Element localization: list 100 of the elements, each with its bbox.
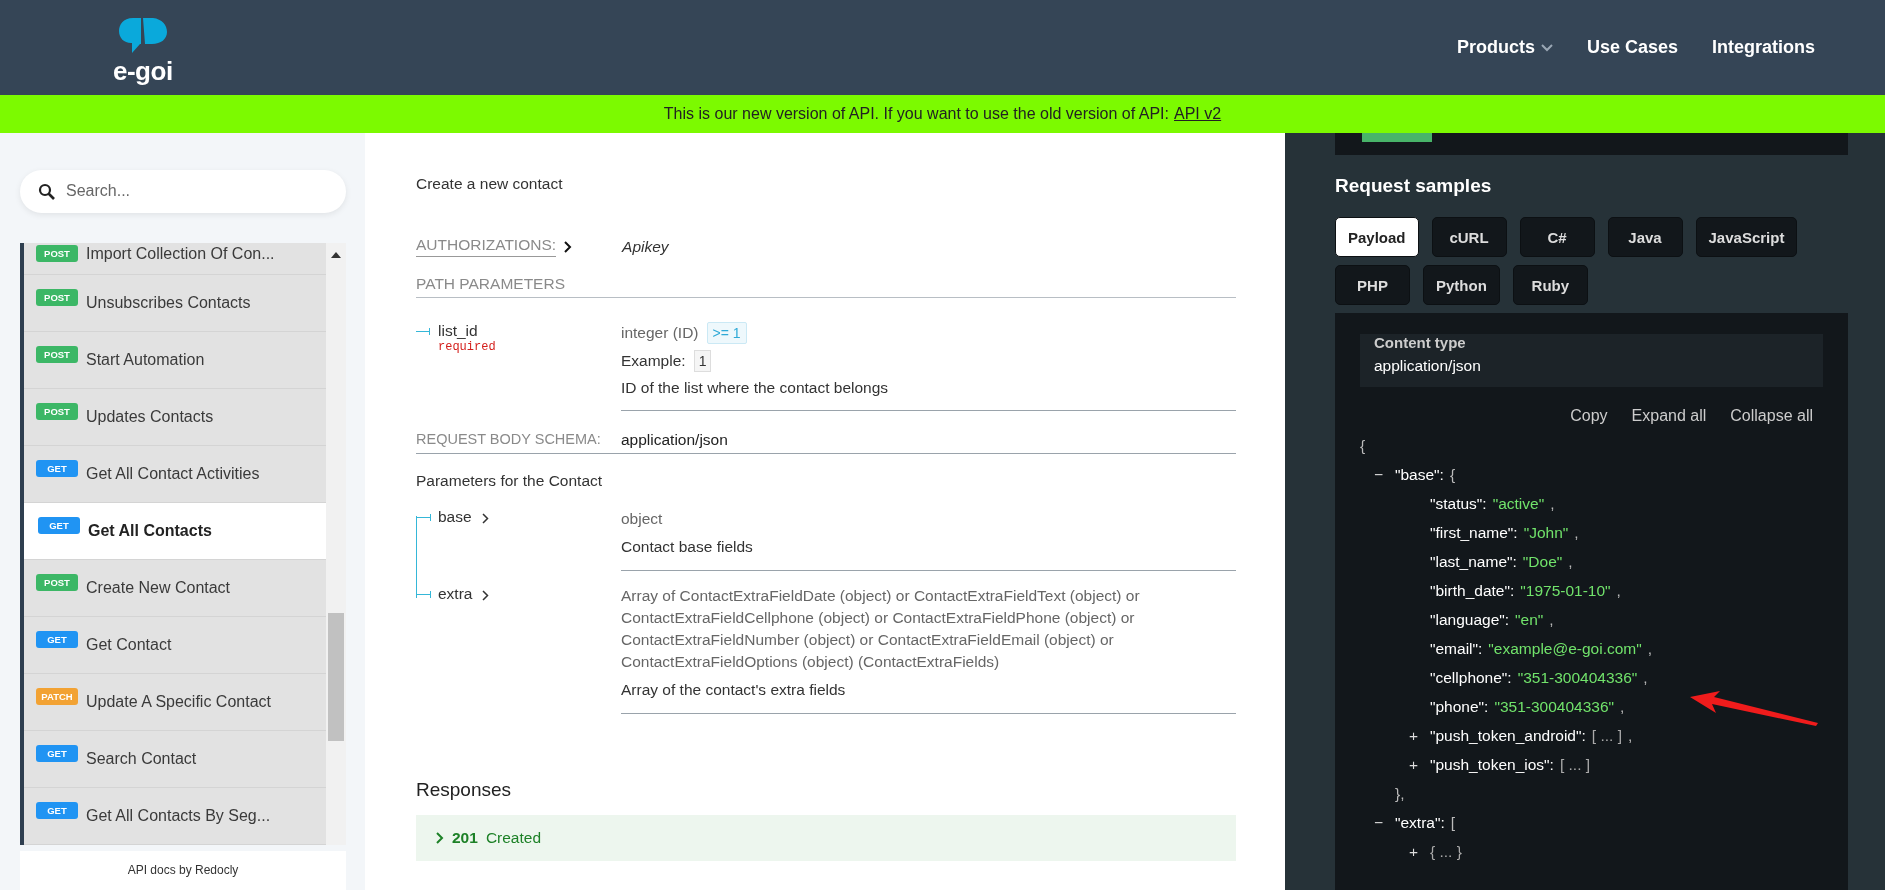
json-punctuation: , xyxy=(1574,523,1579,542)
method-badge: GET xyxy=(36,745,78,763)
json-key: "push_token_android": xyxy=(1430,726,1586,745)
nav-link[interactable]: Use Cases xyxy=(1586,37,1678,58)
parameter-type: object xyxy=(621,509,664,529)
sidebar-item[interactable]: GET Search Contact xyxy=(24,730,326,788)
sidebar-item[interactable]: GET Get Contact xyxy=(24,616,326,674)
sidebar-item[interactable]: POST Create New Contact xyxy=(24,559,326,617)
json-punctuation: , xyxy=(1647,639,1653,658)
method-badge: POST xyxy=(36,574,78,592)
method-badge: PATCH xyxy=(36,688,78,706)
sidebar-item[interactable]: POST Import Collection Of Con... xyxy=(24,242,326,275)
sidebar-item[interactable]: POST Unsubscribes Contacts xyxy=(24,274,326,332)
code-action-link[interactable]: Collapse all xyxy=(1730,407,1813,425)
chevron-right-icon[interactable] xyxy=(481,513,489,524)
sidebar-item-label: Get All Contact Activities xyxy=(86,464,260,483)
logo-text[interactable]: e-goi xyxy=(113,57,173,84)
chevron-right-icon[interactable] xyxy=(564,240,573,253)
parameter-type: integer (ID) xyxy=(621,323,699,343)
toggle-button[interactable]: − xyxy=(1374,465,1384,484)
chevron-right-icon[interactable] xyxy=(482,590,490,601)
json-key: "phone": xyxy=(1430,697,1489,716)
json-key: "extra": xyxy=(1395,813,1445,832)
request-body-type: application/json xyxy=(621,431,728,449)
json-bracket: { xyxy=(1360,436,1366,455)
sidebar-item[interactable]: PATCH Update A Specific Contact xyxy=(24,673,326,731)
language-tab[interactable]: PHP xyxy=(1335,265,1410,305)
json-punctuation: , xyxy=(1620,697,1625,716)
code-action-link[interactable]: Copy xyxy=(1570,407,1608,425)
scrollbar[interactable] xyxy=(326,242,346,845)
json-value: "John" xyxy=(1523,523,1569,542)
language-tab[interactable]: cURL xyxy=(1431,217,1507,257)
sidebar-item-label: Get All Contacts xyxy=(88,521,212,540)
authorization-value: Apikey xyxy=(622,237,669,256)
response-row[interactable]: 201 Created xyxy=(416,815,1236,861)
json-punctuation: , xyxy=(1627,726,1633,745)
response-code: 201 xyxy=(452,829,478,847)
response-status: Created xyxy=(485,829,542,847)
json-key: "email": xyxy=(1430,639,1483,658)
method-badge xyxy=(1362,133,1432,142)
json-key: "cellphone": xyxy=(1430,668,1512,687)
method-badge: GET xyxy=(36,460,78,478)
parameter-description: Array of the contact's extra fields xyxy=(621,680,847,700)
language-tab[interactable]: Ruby xyxy=(1512,265,1588,305)
samples-heading: Request samples xyxy=(1335,175,1493,197)
sidebar-item[interactable]: GET Get All Contact Activities xyxy=(24,445,326,503)
scrollbar-thumb[interactable] xyxy=(328,612,344,741)
sidebar-item[interactable]: POST Start Automation xyxy=(24,331,326,389)
parameter-name: list_id xyxy=(438,322,479,340)
json-value: [ ... ] xyxy=(1591,726,1622,745)
json-value: "active" xyxy=(1492,494,1545,513)
method-badge: POST xyxy=(36,244,78,262)
language-tab[interactable]: JavaScript xyxy=(1695,217,1798,257)
language-tab[interactable]: Payload xyxy=(1335,217,1419,257)
old-api-link[interactable]: API v2 xyxy=(1174,105,1222,123)
nav-link[interactable]: Products xyxy=(1456,37,1553,58)
required-label: required xyxy=(438,340,496,354)
footer-text[interactable]: API docs by Redocly xyxy=(127,863,239,878)
method-badge: POST xyxy=(36,289,78,307)
operation-description: Create a new contact xyxy=(416,175,564,193)
json-bracket: [ xyxy=(1450,813,1456,832)
json-value: { ... } xyxy=(1430,842,1462,861)
json-key: "status": xyxy=(1430,494,1487,513)
sidebar-item-label: Updates Contacts xyxy=(86,407,214,426)
banner-text: This is our new version of API. If you want to use the old version of API: xyxy=(663,105,1169,123)
toggle-button[interactable]: + xyxy=(1409,755,1419,774)
sidebar-item-label: Import Collection Of Con... xyxy=(86,244,275,263)
language-tab[interactable]: C# xyxy=(1519,217,1595,257)
parameter-name[interactable]: extra xyxy=(438,585,473,603)
toggle-button[interactable]: + xyxy=(1409,842,1419,861)
json-value: "example@e-goi.com" xyxy=(1488,639,1642,658)
example-label: Example: xyxy=(621,351,686,371)
json-punctuation: , xyxy=(1549,610,1554,629)
json-value: "351-300404336" xyxy=(1494,697,1615,716)
language-tab[interactable]: Python xyxy=(1423,265,1500,305)
toggle-button[interactable]: + xyxy=(1409,726,1419,745)
example-value: 1 xyxy=(693,350,712,372)
json-bracket: { xyxy=(1449,465,1456,484)
sidebar-item-label: Start Automation xyxy=(86,350,205,369)
nav-link[interactable]: Integrations xyxy=(1712,37,1815,58)
sidebar-item[interactable]: POST Updates Contacts xyxy=(24,388,326,446)
authorizations-label[interactable]: AUTHORIZATIONS: xyxy=(416,236,557,257)
search-field[interactable]: Search... xyxy=(20,170,346,213)
sidebar-item[interactable]: GET Get All Contacts xyxy=(24,502,326,560)
request-body-label: REQUEST BODY SCHEMA: xyxy=(416,431,602,449)
language-tab[interactable]: Java xyxy=(1607,217,1683,257)
json-punctuation: , xyxy=(1550,494,1555,513)
method-badge: POST xyxy=(36,346,78,364)
json-key: "language": xyxy=(1430,610,1510,629)
scroll-up-icon[interactable] xyxy=(331,251,341,258)
sidebar-item[interactable]: GET Get All Contacts By Seg... xyxy=(24,787,326,845)
json-punctuation: , xyxy=(1616,581,1621,600)
chevron-right-icon xyxy=(436,832,444,844)
parameter-name[interactable]: base xyxy=(438,508,472,526)
toggle-button[interactable]: − xyxy=(1374,813,1384,832)
code-action-link[interactable]: Expand all xyxy=(1631,407,1707,425)
parameter-type: Array of ContactExtraFieldDate (object) or ContactExtraFieldText (object) or ContactExtraFieldCellphone (object) or ContactExtraFieldPhone (object) or ContactExtraFieldNumber (object) or ContactExtraFieldEmail (object) or ContactExtraFieldOptions (object) (ContactExtraFields) xyxy=(621,586,1141,672)
sidebar-item-label: Unsubscribes Contacts xyxy=(86,293,251,312)
section-heading: PATH PARAMETERS xyxy=(416,275,1236,298)
json-value: "1975-01-10" xyxy=(1520,581,1611,600)
